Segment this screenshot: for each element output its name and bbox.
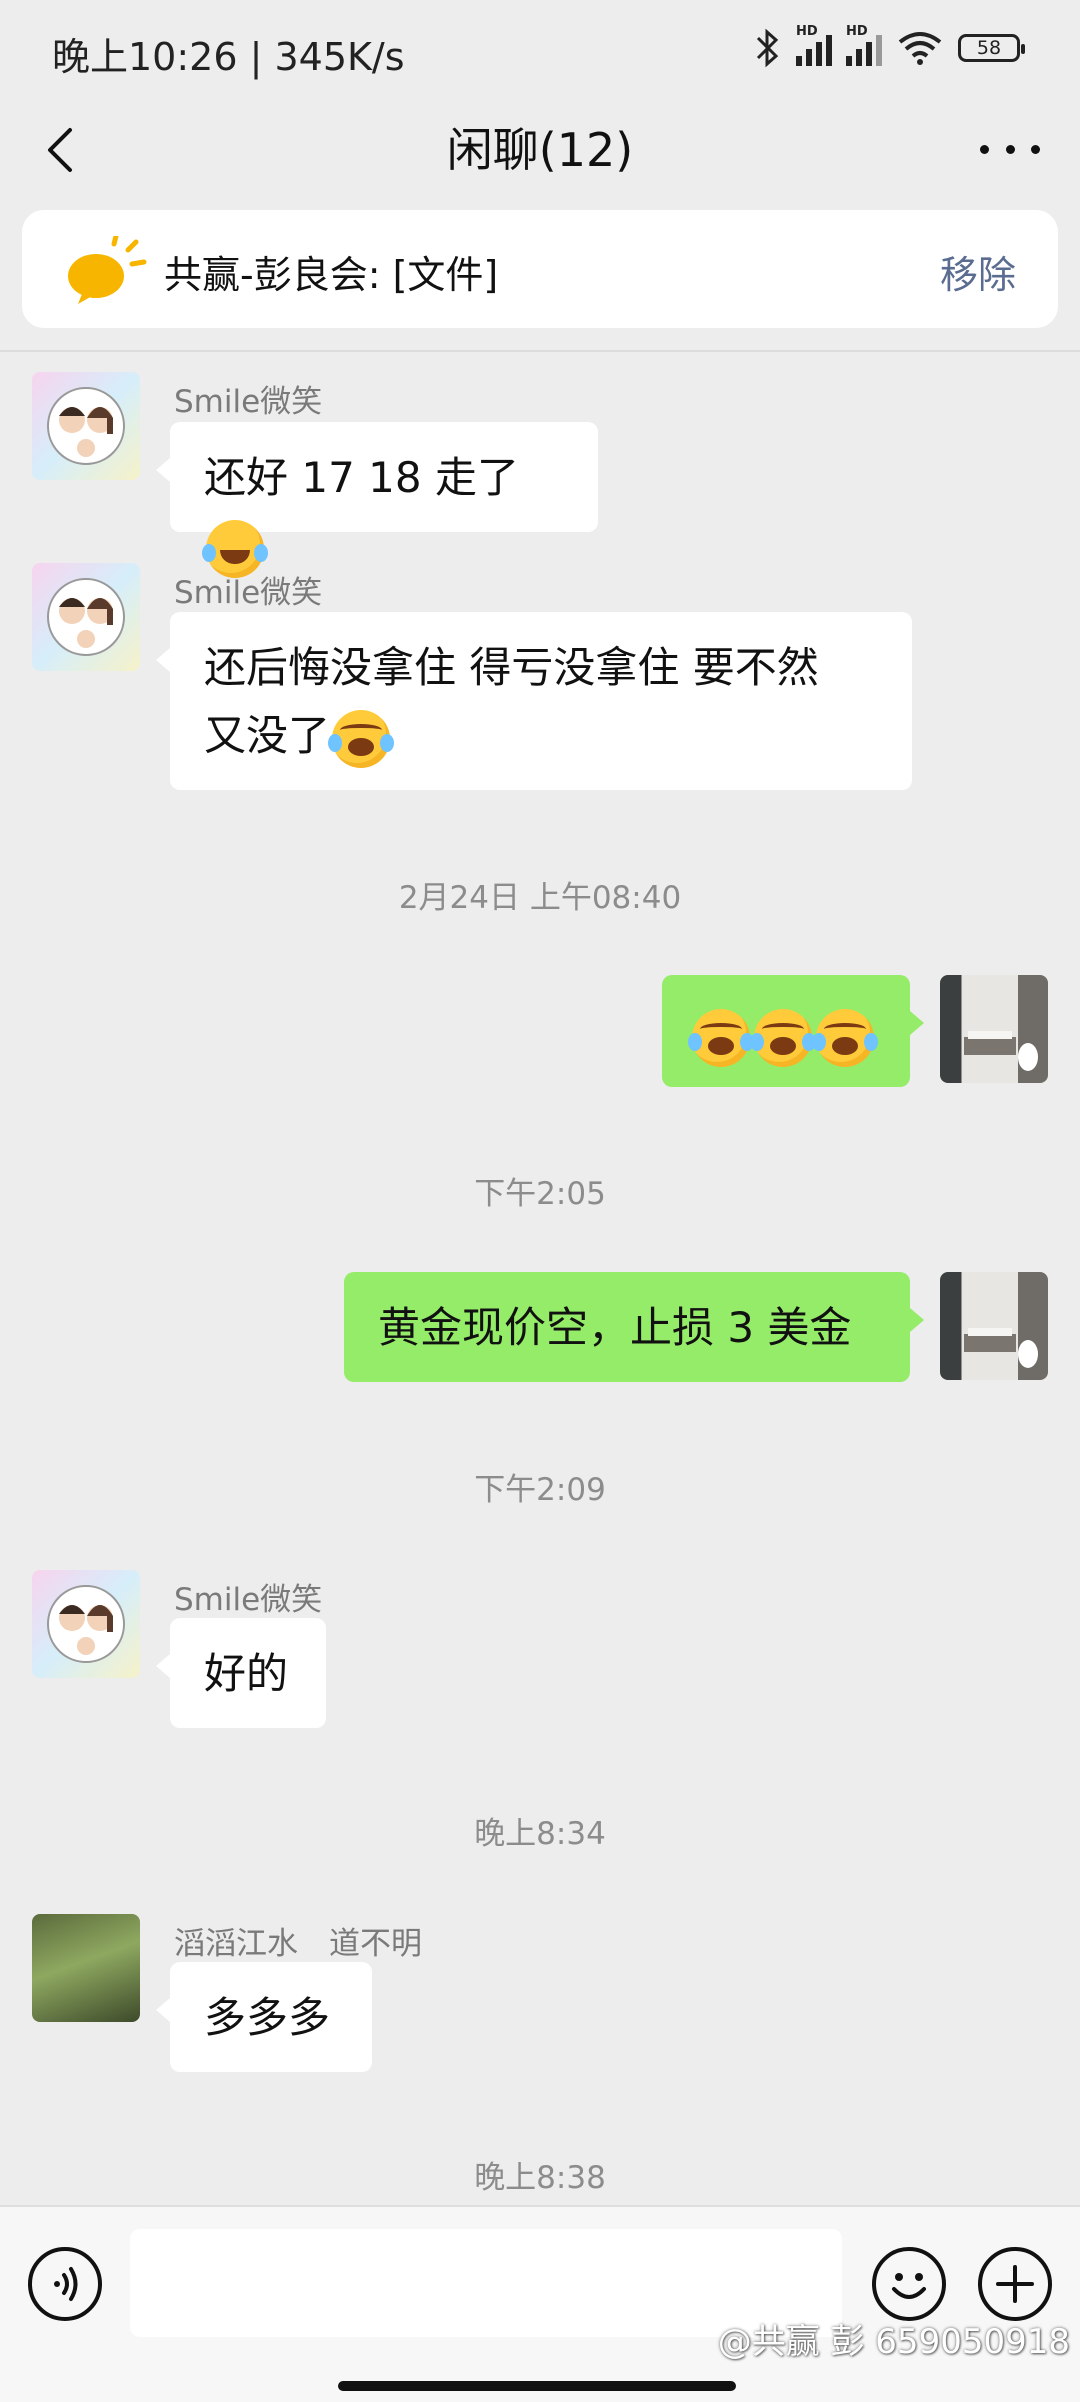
timestamp: 下午2:09 [474, 1472, 606, 1508]
timestamp: 晚上8:38 [474, 2160, 606, 2196]
sender-name: Smile微笑 [174, 575, 323, 611]
chat-title: 闲聊(12) [446, 123, 634, 177]
input-bar [0, 2205, 1080, 2402]
status-time: 晚上10:26 | 345K/s [52, 35, 405, 79]
crying-emoji-icon [328, 709, 395, 768]
sender-name: Smile微笑 [174, 1582, 323, 1618]
status-icons: HD HD 58 [752, 24, 1025, 68]
announcement-icon [68, 236, 147, 304]
avatar[interactable] [32, 372, 140, 480]
status-bar: 晚上10:26 | 345K/s HD HD 58 [0, 0, 1080, 100]
timestamp: 晚上8:34 [474, 1816, 606, 1852]
bluetooth-icon [756, 28, 779, 68]
emoji-icon[interactable] [872, 2247, 946, 2321]
pinned-message-bar[interactable]: 共赢-彭良会: [文件] 移除 [22, 210, 1058, 328]
more-options-icon[interactable] [980, 134, 1040, 164]
battery-icon: 58 [958, 34, 1025, 62]
watermark: @共赢 彭 659050918 [717, 2322, 1070, 2362]
home-indicator[interactable] [338, 2381, 736, 2391]
wifi-icon [898, 32, 942, 65]
signal-icon-2: HD [846, 24, 882, 66]
crying-emoji-icon [688, 1008, 754, 1067]
voice-input-icon[interactable] [28, 2247, 102, 2321]
plus-icon[interactable] [978, 2247, 1052, 2321]
avatar[interactable] [32, 563, 140, 671]
chat-header: 闲聊(12) [0, 100, 1080, 210]
divider [0, 350, 1080, 352]
timestamp: 下午2:05 [474, 1176, 606, 1212]
signal-icon: HD [796, 24, 832, 66]
message-bubble[interactable]: 多多多 [156, 1962, 372, 2072]
crying-emoji-icon [750, 1008, 816, 1067]
message-bubble[interactable]: 还好 17 18 走了 [156, 422, 598, 578]
sender-name: Smile微笑 [174, 384, 323, 420]
timestamp: 2月24日 上午08:40 [398, 880, 682, 916]
message-bubble[interactable]: 还后悔没拿住 得亏没拿住 要不然 又没了 [156, 612, 912, 790]
avatar[interactable] [32, 1570, 140, 1678]
crying-emoji-icon [812, 1008, 878, 1067]
message-bubble-self[interactable] [662, 975, 924, 1087]
remove-button[interactable]: 移除 [940, 244, 1016, 299]
pinned-text: 共赢-彭良会: [文件] [164, 253, 499, 297]
message-bubble-self[interactable]: 黄金现价空，止损 3 美金 [344, 1272, 924, 1382]
sender-name: 滔滔江水 道不明 [174, 1926, 422, 1962]
message-bubble[interactable]: 好的 [156, 1618, 326, 1728]
self-avatar[interactable] [940, 975, 1048, 1083]
self-avatar[interactable] [940, 1272, 1048, 1380]
avatar[interactable] [32, 1914, 140, 2022]
